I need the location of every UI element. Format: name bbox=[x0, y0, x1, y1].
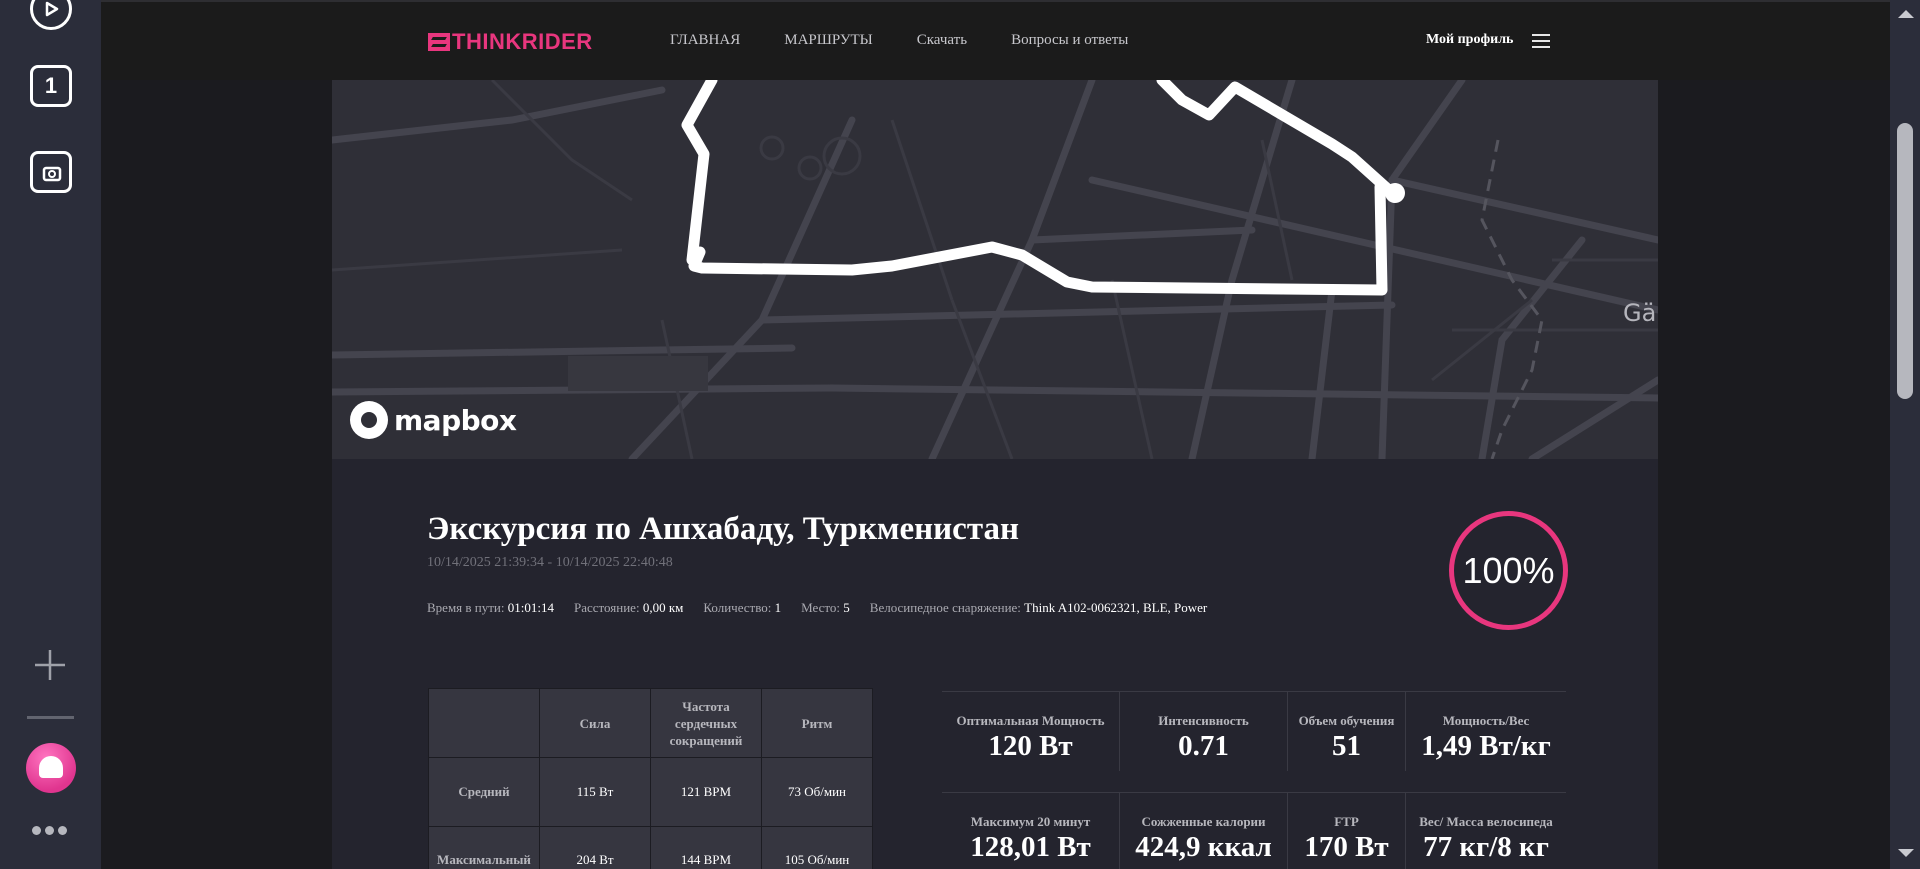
nav-faq[interactable]: Вопросы и ответы bbox=[1011, 32, 1128, 49]
meta-count-label: Количество: bbox=[703, 600, 772, 615]
route-end-marker bbox=[1385, 183, 1405, 203]
meta-place-value: 5 bbox=[843, 600, 850, 615]
screenshot-icon[interactable] bbox=[30, 151, 72, 193]
table-row: Максимальный 204 Вт 144 BPM 105 Об/мин bbox=[428, 826, 873, 869]
meta-distance-value: 0,00 км bbox=[642, 600, 684, 615]
ride-dates: 10/14/2025 21:39:34 - 10/14/2025 22:40:4… bbox=[427, 555, 673, 570]
stats-header-row: Сила Частота сердечных сокращений Ритм bbox=[428, 688, 873, 758]
assistant-icon[interactable] bbox=[26, 743, 76, 793]
metric-max-20min: Максимум 20 минут 128,01 Вт bbox=[942, 793, 1120, 869]
metric-value: 170 Вт bbox=[1304, 831, 1389, 863]
logo-mark-icon bbox=[428, 33, 450, 51]
metric-label: Сожженные калории bbox=[1141, 814, 1266, 829]
metric-label: Вес/ Масса велосипеда bbox=[1419, 814, 1553, 829]
metric-value: 128,01 Вт bbox=[970, 831, 1091, 863]
row-label: Максимальный bbox=[428, 826, 540, 869]
nav-routes[interactable]: МАРШРУТЫ bbox=[784, 32, 872, 49]
stats-table: Сила Частота сердечных сокращений Ритм С… bbox=[428, 688, 873, 869]
mapbox-attribution[interactable]: mapbox bbox=[350, 401, 517, 439]
mapbox-icon bbox=[350, 401, 388, 439]
stats-header-blank bbox=[428, 688, 540, 758]
metric-intensity: Интенсивность 0.71 bbox=[1120, 692, 1288, 771]
metric-optimal-power: Оптимальная Мощность 120 Вт bbox=[942, 692, 1120, 771]
ride-summary: Экскурсия по Ашхабаду, Туркменистан 10/1… bbox=[332, 459, 1658, 869]
meta-equipment-label: Велосипедное снаряжение: bbox=[869, 600, 1021, 615]
browser-sidebar: 1 bbox=[0, 0, 101, 869]
metric-value: 1,49 Вт/кг bbox=[1421, 730, 1551, 762]
meta-time-value: 01:01:14 bbox=[507, 600, 554, 615]
completion-circle: 100% bbox=[1449, 511, 1568, 630]
table-cell: 105 Об/мин bbox=[761, 826, 873, 869]
ride-meta: Время в пути: 01:01:14 Расстояние: 0,00 … bbox=[427, 600, 1207, 616]
nav-download[interactable]: Скачать bbox=[917, 32, 967, 49]
stats-header-cadence: Ритм bbox=[761, 688, 873, 758]
site-header: THINKRIDER ГЛАВНАЯ МАРШРУТЫ Скачать Вопр… bbox=[101, 0, 1890, 80]
stats-header-heartrate: Частота сердечных сокращений bbox=[650, 688, 762, 758]
metric-calories: Сожженные калории 424,9 ккал bbox=[1120, 793, 1288, 869]
main-nav: ГЛАВНАЯ МАРШРУТЫ Скачать Вопросы и ответ… bbox=[670, 32, 1128, 49]
sidebar-divider bbox=[27, 716, 74, 719]
metric-weight-bike: Вес/ Масса велосипеда 77 кг/8 кг bbox=[1406, 793, 1566, 869]
metric-label: Максимум 20 минут bbox=[970, 814, 1091, 829]
metric-value: 0.71 bbox=[1178, 730, 1229, 762]
route-map[interactable]: mapbox Gämi bbox=[332, 80, 1658, 459]
mapbox-wordmark: mapbox bbox=[394, 403, 517, 437]
profile-link[interactable]: Мой профиль bbox=[1426, 32, 1513, 48]
nav-home[interactable]: ГЛАВНАЯ bbox=[670, 32, 740, 49]
metric-value: 51 bbox=[1332, 730, 1361, 762]
logo-text: THINKRIDER bbox=[452, 29, 593, 54]
more-icon[interactable] bbox=[32, 826, 67, 835]
stats-header-power: Сила bbox=[539, 688, 651, 758]
scroll-up-icon[interactable] bbox=[1898, 10, 1914, 18]
metric-label: FTP bbox=[1334, 814, 1359, 829]
metric-ftp: FTP 170 Вт bbox=[1288, 793, 1406, 869]
scrollbar-thumb[interactable] bbox=[1897, 123, 1913, 399]
tab-count-button[interactable]: 1 bbox=[30, 65, 72, 107]
row-label: Средний bbox=[428, 757, 540, 827]
meta-distance: Расстояние: 0,00 км bbox=[574, 600, 683, 616]
scroll-down-icon[interactable] bbox=[1898, 849, 1914, 857]
meta-distance-label: Расстояние: bbox=[573, 600, 640, 615]
table-cell: 121 BPM bbox=[650, 757, 762, 827]
metrics-row: Оптимальная Мощность 120 Вт Интенсивност… bbox=[942, 691, 1566, 792]
map-streets bbox=[332, 80, 1658, 459]
table-cell: 73 Об/мин bbox=[761, 757, 873, 827]
meta-place: Место: 5 bbox=[801, 600, 850, 616]
metrics-grid: Оптимальная Мощность 120 Вт Интенсивност… bbox=[942, 691, 1566, 869]
metric-value: 424,9 ккал bbox=[1135, 831, 1272, 863]
meta-equipment-value: Think A102-0062321, BLE, Power bbox=[1024, 600, 1208, 615]
meta-count: Количество: 1 bbox=[703, 600, 781, 616]
table-cell: 204 Вт bbox=[539, 826, 651, 869]
metric-label: Объем обучения bbox=[1298, 713, 1395, 728]
web-page: THINKRIDER ГЛАВНАЯ МАРШРУТЫ Скачать Вопр… bbox=[101, 0, 1890, 869]
site-logo[interactable]: THINKRIDER bbox=[428, 29, 593, 54]
add-panel-icon[interactable] bbox=[33, 648, 67, 682]
metric-value: 120 Вт bbox=[988, 730, 1073, 762]
metric-label: Мощность/Вес bbox=[1442, 713, 1530, 728]
meta-place-label: Место: bbox=[801, 600, 841, 615]
menu-icon[interactable] bbox=[1532, 34, 1550, 48]
metric-label: Интенсивность bbox=[1158, 713, 1249, 728]
play-icon[interactable] bbox=[30, 0, 72, 30]
metric-training-volume: Объем обучения 51 bbox=[1288, 692, 1406, 771]
page-scrollbar[interactable] bbox=[1890, 0, 1920, 869]
metric-power-weight: Мощность/Вес 1,49 Вт/кг bbox=[1406, 692, 1566, 771]
meta-time-label: Время в пути: bbox=[427, 600, 505, 615]
metric-value: 77 кг/8 кг bbox=[1423, 831, 1549, 863]
table-cell: 144 BPM bbox=[650, 826, 762, 869]
meta-count-value: 1 bbox=[774, 600, 782, 615]
ride-title: Экскурсия по Ашхабаду, Туркменистан bbox=[427, 511, 1019, 547]
table-row: Средний 115 Вт 121 BPM 73 Об/мин bbox=[428, 757, 873, 827]
map-place-label: Gämi bbox=[1623, 299, 1658, 327]
metrics-row: Максимум 20 минут 128,01 Вт Сожженные ка… bbox=[942, 792, 1566, 869]
metric-label: Оптимальная Мощность bbox=[956, 713, 1105, 728]
meta-equipment: Велосипедное снаряжение: Think A102-0062… bbox=[870, 600, 1207, 616]
table-cell: 115 Вт bbox=[539, 757, 651, 827]
meta-time: Время в пути: 01:01:14 bbox=[427, 600, 554, 616]
